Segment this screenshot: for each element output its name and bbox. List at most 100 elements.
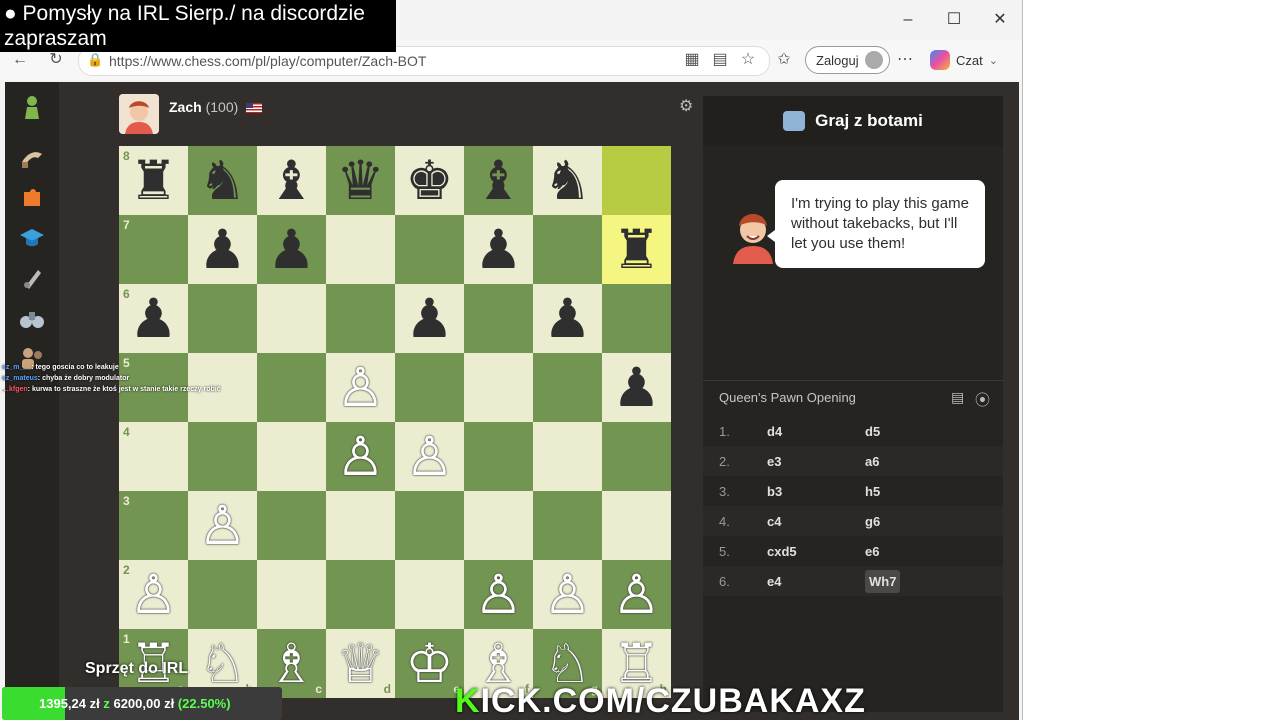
apps-icon[interactable]: ▦ — [680, 48, 704, 72]
square-d5[interactable]: ♙ — [326, 353, 395, 422]
square-d8[interactable]: ♛ — [326, 146, 395, 215]
black-pawn-icon[interactable]: ♟ — [198, 222, 246, 277]
square-c6[interactable] — [257, 284, 326, 353]
square-h7[interactable]: ♜ — [602, 215, 671, 284]
square-g2[interactable]: ♙ — [533, 560, 602, 629]
square-e7[interactable] — [395, 215, 464, 284]
square-g4[interactable] — [533, 422, 602, 491]
square-g6[interactable]: ♟ — [533, 284, 602, 353]
black-move[interactable]: h5 — [865, 484, 880, 499]
watch-icon[interactable] — [18, 264, 46, 292]
opponent-name[interactable]: Zach (100) — [169, 99, 263, 115]
square-f5[interactable] — [464, 353, 533, 422]
white-pawn-icon[interactable]: ♙ — [474, 567, 522, 622]
square-h5[interactable]: ♟ — [602, 353, 671, 422]
white-move[interactable]: e3 — [767, 454, 781, 469]
black-rook-icon[interactable]: ♜ — [129, 153, 177, 208]
square-a6[interactable]: 6 ♟ — [119, 284, 188, 353]
favorite-icon[interactable]: ☆ — [736, 48, 760, 72]
white-move[interactable]: c4 — [767, 514, 781, 529]
square-e8[interactable]: ♚ — [395, 146, 464, 215]
square-e1[interactable]: e ♔ — [395, 629, 464, 698]
minimize-icon[interactable]: – — [892, 8, 924, 32]
square-e5[interactable] — [395, 353, 464, 422]
square-e6[interactable]: ♟ — [395, 284, 464, 353]
black-knight-icon[interactable]: ♞ — [543, 153, 591, 208]
square-c8[interactable]: ♝ — [257, 146, 326, 215]
square-c5[interactable] — [257, 353, 326, 422]
black-pawn-icon[interactable]: ♟ — [129, 291, 177, 346]
black-pawn-icon[interactable]: ♟ — [612, 360, 660, 415]
square-b4[interactable] — [188, 422, 257, 491]
white-queen-icon[interactable]: ♕ — [336, 636, 384, 691]
black-move[interactable]: g6 — [865, 514, 880, 529]
chess-board[interactable]: 8♜♞♝♛♚♝♞7♟♟♟♜6♟♟♟5♙♟4♙♙3♙2♙♙♙♙1a♖b♘c♗d♕e… — [119, 146, 671, 698]
black-bishop-icon[interactable]: ♝ — [267, 153, 315, 208]
white-pawn-icon[interactable]: ♙ — [543, 567, 591, 622]
square-d4[interactable]: ♙ — [326, 422, 395, 491]
black-move[interactable]: Wh7 — [865, 570, 901, 593]
book-icon[interactable]: ▤ — [951, 389, 964, 406]
black-bishop-icon[interactable]: ♝ — [474, 153, 522, 208]
white-move[interactable]: b3 — [767, 484, 782, 499]
white-pawn-icon[interactable]: ♙ — [405, 429, 453, 484]
black-pawn-icon[interactable]: ♟ — [474, 222, 522, 277]
login-button[interactable]: Zaloguj — [805, 46, 890, 74]
black-move[interactable]: a6 — [865, 454, 879, 469]
square-h4[interactable] — [602, 422, 671, 491]
maximize-icon[interactable]: ☐ — [938, 8, 970, 32]
black-king-icon[interactable]: ♚ — [405, 153, 453, 208]
square-f2[interactable]: ♙ — [464, 560, 533, 629]
black-rook-icon[interactable]: ♜ — [612, 222, 660, 277]
square-b2[interactable] — [188, 560, 257, 629]
close-icon[interactable]: ✕ — [984, 8, 1016, 32]
white-move[interactable]: d4 — [767, 424, 782, 439]
white-pawn-icon[interactable]: ♙ — [336, 429, 384, 484]
square-c2[interactable] — [257, 560, 326, 629]
square-e3[interactable] — [395, 491, 464, 560]
square-d3[interactable] — [326, 491, 395, 560]
square-g3[interactable] — [533, 491, 602, 560]
black-pawn-icon[interactable]: ♟ — [267, 222, 315, 277]
square-c7[interactable]: ♟ — [257, 215, 326, 284]
square-f7[interactable]: ♟ — [464, 215, 533, 284]
square-g7[interactable] — [533, 215, 602, 284]
opponent-avatar[interactable] — [119, 94, 159, 134]
square-d6[interactable] — [326, 284, 395, 353]
square-a2[interactable]: 2 ♙ — [119, 560, 188, 629]
chess-pawn-logo-icon[interactable] — [18, 94, 46, 122]
square-b7[interactable]: ♟ — [188, 215, 257, 284]
square-a4[interactable]: 4 — [119, 422, 188, 491]
white-pawn-icon[interactable]: ♙ — [129, 567, 177, 622]
square-b8[interactable]: ♞ — [188, 146, 257, 215]
favorites-list-icon[interactable]: ✩ — [772, 48, 796, 72]
black-pawn-icon[interactable]: ♟ — [405, 291, 453, 346]
square-d1[interactable]: d ♕ — [326, 629, 395, 698]
black-move[interactable]: d5 — [865, 424, 880, 439]
black-queen-icon[interactable]: ♛ — [336, 153, 384, 208]
square-h6[interactable] — [602, 284, 671, 353]
square-b3[interactable]: ♙ — [188, 491, 257, 560]
square-f8[interactable]: ♝ — [464, 146, 533, 215]
white-pawn-icon[interactable]: ♙ — [198, 498, 246, 553]
copilot-button[interactable]: Czat ⌄ — [930, 50, 998, 70]
black-pawn-icon[interactable]: ♟ — [543, 291, 591, 346]
play-icon[interactable] — [18, 144, 46, 172]
square-b6[interactable] — [188, 284, 257, 353]
white-move[interactable]: cxd5 — [767, 544, 797, 559]
square-h8[interactable] — [602, 146, 671, 215]
square-h2[interactable]: ♙ — [602, 560, 671, 629]
square-g8[interactable]: ♞ — [533, 146, 602, 215]
binoculars-icon[interactable] — [18, 304, 46, 332]
square-c4[interactable] — [257, 422, 326, 491]
white-bishop-icon[interactable]: ♗ — [267, 636, 315, 691]
white-pawn-icon[interactable]: ♙ — [612, 567, 660, 622]
white-king-icon[interactable]: ♔ — [405, 636, 453, 691]
square-g5[interactable] — [533, 353, 602, 422]
learn-icon[interactable] — [18, 224, 46, 252]
square-e2[interactable] — [395, 560, 464, 629]
square-a8[interactable]: 8 ♜ — [119, 146, 188, 215]
black-knight-icon[interactable]: ♞ — [198, 153, 246, 208]
square-a7[interactable]: 7 — [119, 215, 188, 284]
square-d7[interactable] — [326, 215, 395, 284]
